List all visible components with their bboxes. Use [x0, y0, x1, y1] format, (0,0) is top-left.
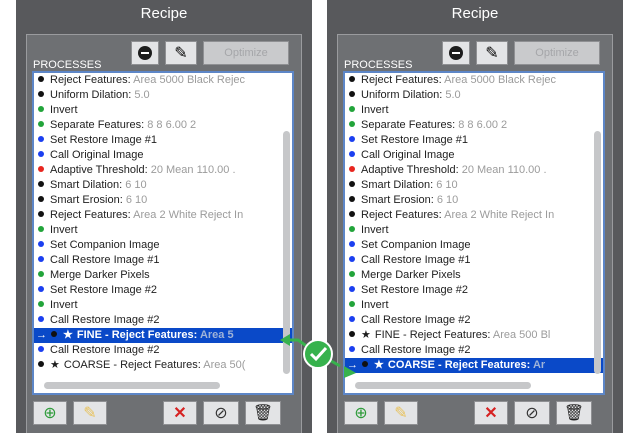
arrow-right-icon — [344, 366, 356, 378]
checkmark-badge — [303, 339, 333, 369]
arrow-left-icon — [280, 334, 290, 346]
move-connector — [280, 334, 356, 378]
